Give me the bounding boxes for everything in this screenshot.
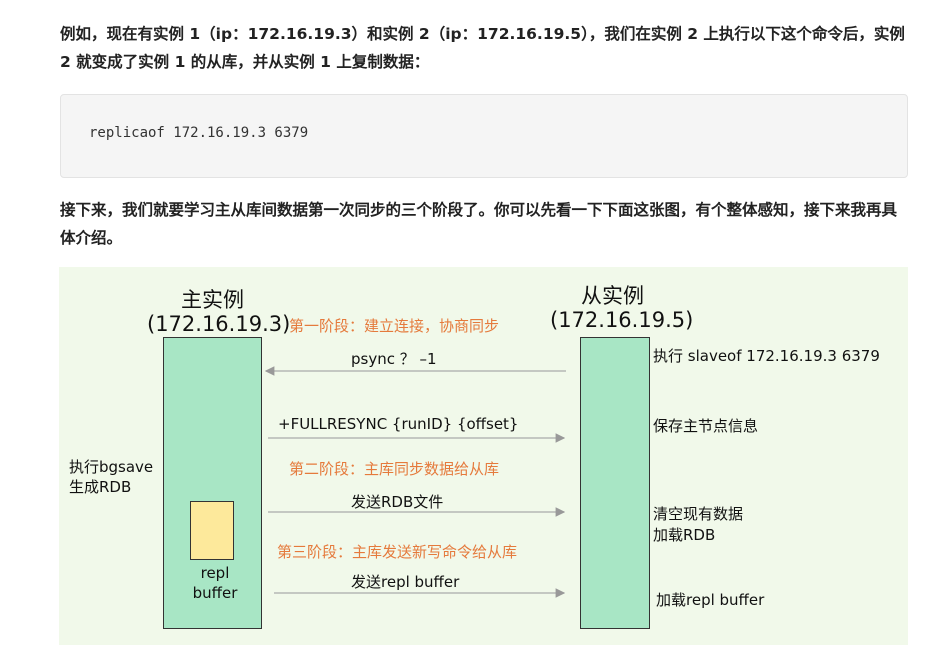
send-rdb-message: 发送RDB文件 <box>351 493 444 511</box>
phase-2-label: 第二阶段：主库同步数据给从库 <box>289 460 500 478</box>
slaveof-note: 执行 slaveof 172.16.19.3 6379 <box>653 347 880 365</box>
save-master-info-note: 保存主节点信息 <box>653 417 759 435</box>
master-ip: (172.16.19.3) <box>147 312 291 336</box>
load-repl-buffer-note: 加载repl buffer <box>656 591 765 609</box>
intro-paragraph-1: 例如，现在有实例 1（ip：172.16.19.3）和实例 2（ip：172.1… <box>60 25 905 71</box>
psync-message: psync ？ –1 <box>351 350 437 368</box>
slave-ip: (172.16.19.5) <box>550 308 694 332</box>
code-block: replicaof 172.16.19.3 6379 <box>60 94 908 178</box>
phase-1-label: 第一阶段：建立连接，协商同步 <box>289 317 500 335</box>
intro-paragraph-2: 接下来，我们就要学习主从库间数据第一次同步的三个阶段了。你可以先看一下下面这张图… <box>60 201 898 247</box>
slave-instance-bar <box>580 337 650 629</box>
send-repl-buffer-message: 发送repl buffer <box>351 573 460 591</box>
slave-title: 从实例 <box>581 284 644 308</box>
replication-diagram: 主实例 (172.16.19.3) repl buffer 执行bgsave 生… <box>59 267 908 645</box>
master-title: 主实例 <box>181 288 244 312</box>
clear-load-rdb-note: 清空现有数据 加载RDB <box>653 505 744 544</box>
repl-buffer-box <box>190 501 234 560</box>
repl-buffer-label: repl buffer <box>192 564 238 602</box>
phase-3-label: 第三阶段：主库发送新写命令给从库 <box>277 543 518 561</box>
fullresync-message: +FULLRESYNC {runID} {offset} <box>278 415 519 433</box>
bgsave-note: 执行bgsave 生成RDB <box>69 458 154 496</box>
code-line: replicaof 172.16.19.3 6379 <box>89 125 309 141</box>
